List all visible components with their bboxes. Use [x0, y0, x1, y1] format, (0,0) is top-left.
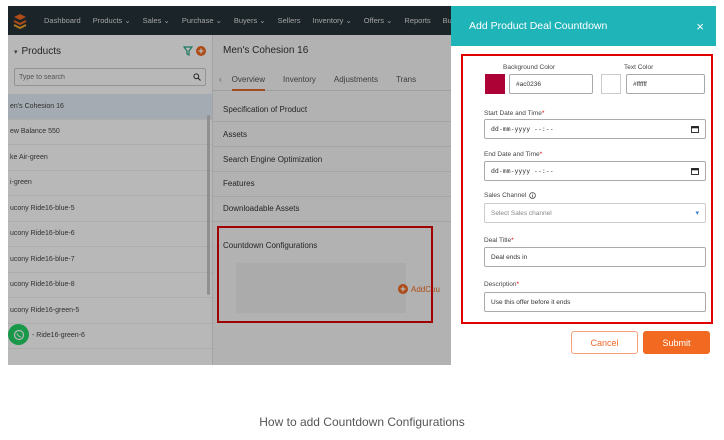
background-color-input[interactable]: #ac0236 — [509, 74, 593, 94]
drawer-title: Add Product Deal Countdown — [469, 20, 608, 32]
text-color-label: Text Color — [624, 64, 654, 71]
deal-title-label: Deal Title* — [484, 237, 514, 244]
description-value: Use this offer before it ends — [491, 298, 571, 306]
submit-button[interactable]: Submit — [643, 331, 710, 354]
close-icon[interactable]: × — [696, 19, 704, 34]
start-datetime-label: Start Date and Time* — [484, 110, 545, 117]
text-color-value: #ffffff — [633, 80, 647, 88]
add-deal-countdown-drawer: Add Product Deal Countdown × Background … — [451, 6, 716, 365]
deal-title-input[interactable]: Deal ends in — [484, 247, 706, 267]
background-color-label: Background Color — [503, 64, 556, 71]
sales-channel-select[interactable]: Select Sales channel ▾ — [484, 203, 706, 223]
deal-title-value: Deal ends in — [491, 253, 528, 261]
figure-caption: How to add Countdown Configurations — [259, 415, 465, 429]
chevron-down-icon[interactable]: ▾ — [695, 209, 699, 217]
description-label: Description* — [484, 281, 520, 288]
end-datetime-placeholder: dd-mm-yyyy --:-- — [491, 167, 554, 175]
description-input[interactable]: Use this offer before it ends — [484, 292, 706, 312]
background-color-value: #ac0236 — [516, 80, 541, 88]
start-datetime-input[interactable]: dd-mm-yyyy --:-- — [484, 119, 706, 139]
sales-channel-placeholder: Select Sales channel — [491, 209, 552, 217]
cancel-button[interactable]: Cancel — [571, 331, 638, 354]
modal-backdrop[interactable] — [8, 6, 451, 365]
info-icon[interactable] — [529, 192, 537, 199]
start-datetime-placeholder: dd-mm-yyyy --:-- — [491, 125, 554, 133]
text-color-input[interactable]: #ffffff — [626, 74, 705, 94]
end-datetime-input[interactable]: dd-mm-yyyy --:-- — [484, 161, 706, 181]
screenshot: Dashboard Products ⌄ Sales ⌄ Purchase ⌄ … — [8, 6, 716, 365]
calendar-icon[interactable] — [691, 125, 699, 133]
background-color-swatch[interactable] — [485, 74, 505, 94]
end-datetime-label: End Date and Time* — [484, 151, 543, 158]
text-color-swatch[interactable] — [601, 74, 621, 94]
sales-channel-label: Sales Channel — [484, 192, 537, 199]
drawer-header: Add Product Deal Countdown × — [451, 6, 716, 46]
calendar-icon[interactable] — [691, 167, 699, 175]
